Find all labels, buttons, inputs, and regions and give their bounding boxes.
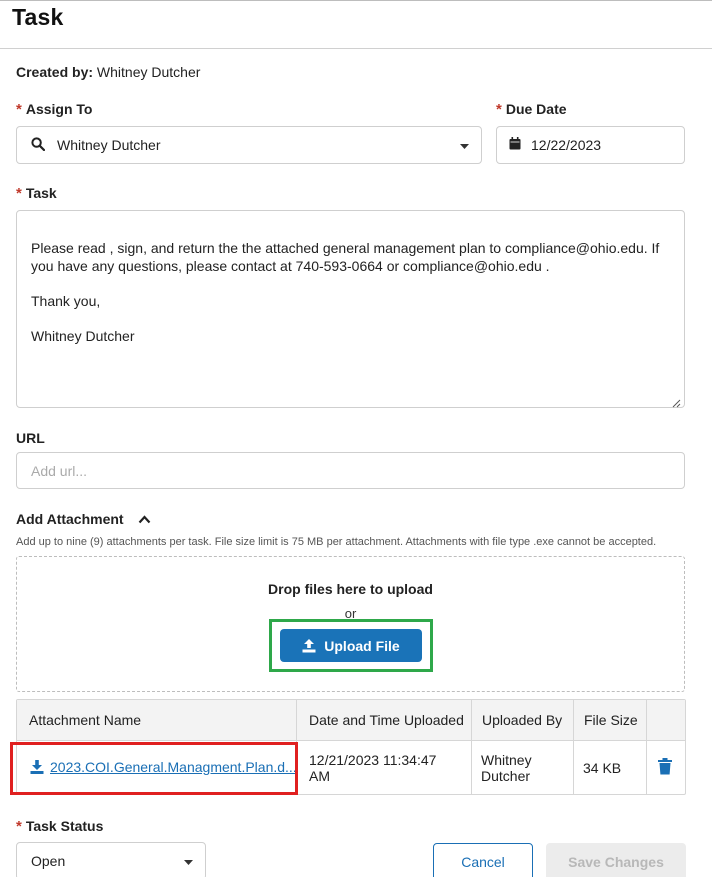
- uploaded-datetime-line: AM: [309, 768, 330, 784]
- due-date-value: 12/22/2023: [531, 137, 602, 153]
- task-paragraph: Whitney Dutcher: [31, 328, 135, 344]
- task-status-select[interactable]: Open: [16, 842, 206, 877]
- task-textarea[interactable]: Please read , sign, and return the the a…: [16, 210, 685, 408]
- highlight-box-red: [10, 742, 298, 795]
- column-header: File Size: [584, 712, 638, 728]
- assign-to-select[interactable]: Whitney Dutcher: [16, 126, 482, 164]
- title-divider: [0, 48, 712, 49]
- column-header: Attachment Name: [29, 712, 142, 728]
- attachment-help-text: Add up to nine (9) attachments per task.…: [16, 536, 657, 548]
- highlight-box-green: [269, 619, 433, 672]
- due-date-label-text: Due Date: [505, 101, 567, 117]
- url-input[interactable]: [31, 462, 670, 479]
- task-status-label-text: Task Status: [25, 818, 104, 834]
- chevron-up-icon[interactable]: [138, 514, 151, 524]
- uploaded-by-line: Whitney: [481, 752, 532, 768]
- task-status-label: * Task Status: [16, 818, 103, 835]
- task-paragraph: Please read , sign, and return the the a…: [31, 240, 660, 274]
- attachments-table-header: Attachment Name Date and Time Uploaded U…: [17, 700, 685, 741]
- url-field[interactable]: [16, 452, 685, 489]
- assign-to-value: Whitney Dutcher: [57, 137, 161, 153]
- url-label-text: URL: [16, 430, 45, 446]
- assign-to-label: * Assign To: [16, 101, 92, 118]
- task-label-text: Task: [25, 185, 57, 201]
- required-marker: *: [496, 101, 502, 118]
- created-by-label: Created by:: [16, 64, 94, 80]
- search-icon: [31, 136, 46, 154]
- page-title: Task: [12, 4, 64, 30]
- required-marker: *: [16, 818, 22, 835]
- uploaded-datetime: 12/21/2023 11:34:47 AM: [309, 752, 436, 784]
- created-by-value: Whitney Dutcher: [96, 64, 201, 80]
- top-border: [0, 0, 712, 1]
- due-date-field[interactable]: 12/22/2023: [496, 126, 685, 164]
- column-header: Date and Time Uploaded: [309, 712, 464, 728]
- add-attachment-header: Add Attachment: [16, 511, 151, 527]
- resize-handle-icon[interactable]: [671, 394, 681, 408]
- column-header: Uploaded By: [482, 712, 563, 728]
- save-changes-button[interactable]: Save Changes: [546, 843, 686, 877]
- trash-icon[interactable]: [658, 758, 672, 778]
- task-paragraph: Thank you,: [31, 293, 101, 309]
- caret-down-icon[interactable]: [460, 137, 469, 153]
- task-label: * Task: [16, 185, 57, 202]
- url-label: URL: [16, 430, 45, 446]
- file-size: 34 KB: [583, 760, 622, 776]
- uploaded-by-line: Dutcher: [481, 768, 531, 784]
- drop-files-text: Drop files here to upload: [268, 581, 433, 597]
- calendar-icon[interactable]: [509, 137, 521, 153]
- assign-to-label-text: Assign To: [25, 101, 93, 117]
- due-date-label: * Due Date: [496, 101, 567, 118]
- cancel-button[interactable]: Cancel: [433, 843, 533, 877]
- uploaded-datetime-line: 12/21/2023 11:34:47: [309, 752, 437, 768]
- add-attachment-label: Add Attachment: [16, 511, 124, 527]
- required-marker: *: [16, 101, 22, 118]
- task-status-value: Open: [31, 853, 66, 869]
- caret-down-icon[interactable]: [184, 853, 193, 869]
- uploaded-by: Whitney Dutcher: [481, 752, 532, 784]
- created-by: Created by: Whitney Dutcher: [16, 64, 200, 80]
- required-marker: *: [16, 185, 22, 202]
